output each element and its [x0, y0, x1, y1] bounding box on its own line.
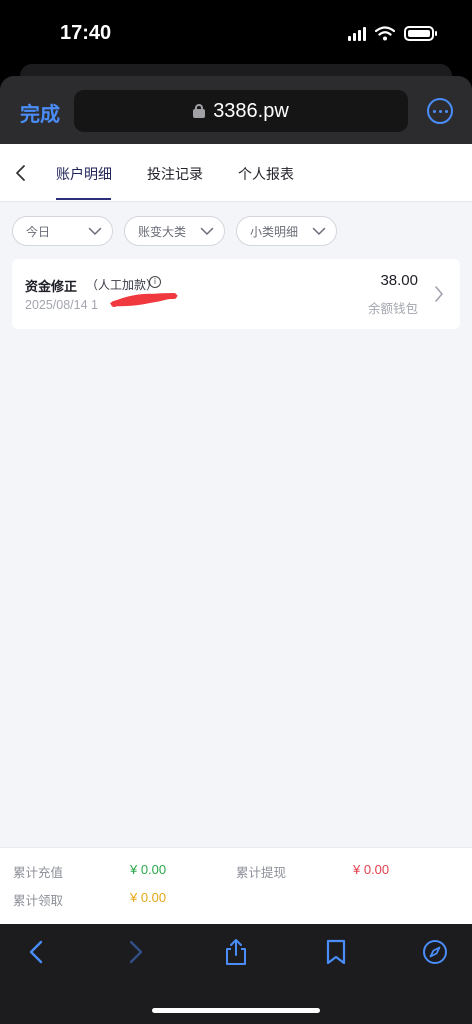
- record-time: 2025/08/14 1: [25, 298, 98, 312]
- back-chevron-icon[interactable]: [14, 164, 28, 182]
- back-arrow-icon[interactable]: [24, 938, 50, 966]
- total-claim-value: ¥ 0.00: [130, 890, 167, 905]
- record-title: 资金修正: [25, 280, 78, 295]
- transaction-record[interactable]: 资金修正 （人工加款） i 2025/08/14 1 38.00 余额钱包: [12, 259, 460, 329]
- tab-bet-records[interactable]: 投注记录: [147, 164, 203, 184]
- compass-icon[interactable]: [422, 938, 448, 966]
- share-icon[interactable]: [223, 938, 249, 966]
- forward-arrow-icon[interactable]: [122, 938, 148, 966]
- total-withdraw-label: 累计提现: [236, 865, 287, 880]
- chevron-right-icon: [435, 286, 443, 302]
- done-button[interactable]: 完成: [20, 98, 60, 127]
- filter-date-label: 今日: [26, 224, 51, 239]
- filter-date[interactable]: 今日: [12, 216, 113, 246]
- home-indicator: [152, 1008, 320, 1013]
- tab-account-details[interactable]: 账户明细: [56, 164, 112, 184]
- chevron-down-icon: [88, 227, 102, 235]
- battery-icon: [404, 26, 437, 41]
- tab-personal-report[interactable]: 个人报表: [238, 164, 294, 184]
- total-deposit-label: 累计充值: [13, 865, 64, 880]
- filter-category[interactable]: 账变大类: [124, 216, 225, 246]
- total-claim-label: 累计领取: [13, 893, 64, 908]
- status-bar: 17:40: [0, 0, 472, 70]
- filter-subcategory[interactable]: 小类明细: [236, 216, 337, 246]
- browser-top-bar: 完成 3386.pw: [0, 76, 472, 144]
- browser-bottom-toolbar: [0, 924, 472, 1024]
- page-content: 账户明细 投注记录 个人报表 今日 账变大类 小类明细 资金修正 （人工加款） …: [0, 144, 472, 924]
- url-text: 3386.pw: [213, 99, 289, 122]
- total-withdraw-value: ¥ 0.00: [353, 862, 390, 877]
- total-deposit-value: ¥ 0.00: [130, 862, 167, 877]
- lock-icon: [193, 104, 206, 118]
- wifi-icon: [375, 26, 395, 41]
- status-time: 17:40: [60, 22, 112, 44]
- filter-subcategory-label: 小类明细: [250, 224, 299, 239]
- address-bar[interactable]: 3386.pw: [74, 90, 408, 132]
- chevron-down-icon: [200, 227, 214, 235]
- status-icons: [348, 26, 437, 41]
- more-options-icon[interactable]: [427, 98, 453, 124]
- active-tab-indicator: [56, 198, 111, 200]
- bookmarks-icon[interactable]: [323, 938, 349, 966]
- tab-bar: 账户明细 投注记录 个人报表: [0, 144, 472, 202]
- chevron-down-icon: [312, 227, 326, 235]
- redaction-scribble: [110, 293, 178, 307]
- record-wallet: 余额钱包: [367, 301, 418, 316]
- summary-footer: 累计充值 ¥ 0.00 累计提现 ¥ 0.00 累计领取 ¥ 0.00: [0, 847, 472, 924]
- record-amount: 38.00: [380, 272, 418, 289]
- cellular-signal-icon: [348, 26, 366, 41]
- filter-row: 今日 账变大类 小类明细: [12, 216, 337, 246]
- filter-category-label: 账变大类: [138, 224, 187, 239]
